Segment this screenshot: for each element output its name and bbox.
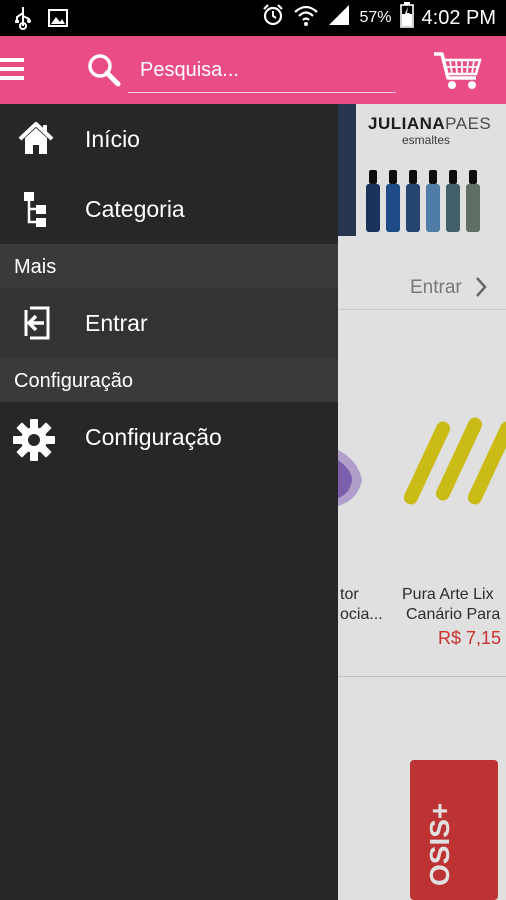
alarm-icon <box>261 3 285 33</box>
usb-icon <box>14 6 32 35</box>
drawer-item-categoria[interactable]: Categoria <box>0 174 338 244</box>
screen: 57% 4:02 PM JULIANAPAES esmaltes Entrar … <box>0 0 506 900</box>
drawer-item-inicio[interactable]: Início <box>0 104 338 174</box>
cart-icon[interactable] <box>432 50 484 92</box>
home-icon <box>16 120 56 158</box>
section-header-label: Configuração <box>14 370 133 392</box>
drawer-item-label: Entrar <box>85 310 148 336</box>
battery-icon <box>399 2 414 34</box>
drawer-item-entrar[interactable]: Entrar <box>0 288 338 358</box>
search-icon[interactable] <box>86 52 122 88</box>
login-icon <box>16 304 56 342</box>
search-underline <box>128 92 396 93</box>
section-header-label: Mais <box>14 256 57 278</box>
category-tree-icon <box>16 190 56 228</box>
drawer-scrim[interactable] <box>338 104 506 900</box>
section-header-configuracao: Configuração <box>0 358 338 402</box>
drawer-item-label: Configuração <box>85 424 222 450</box>
navigation-drawer: Início Categoria Mais Entrar Configuraçã… <box>0 104 338 900</box>
gear-icon <box>12 418 55 461</box>
status-bar: 57% 4:02 PM <box>0 0 506 36</box>
menu-icon[interactable] <box>0 56 24 82</box>
wifi-icon <box>293 3 319 33</box>
section-header-mais: Mais <box>0 244 338 288</box>
drawer-item-label: Início <box>85 126 140 152</box>
search-input[interactable] <box>140 55 390 85</box>
signal-icon <box>327 3 351 33</box>
battery-percent: 57% <box>359 9 392 26</box>
clock: 4:02 PM <box>421 6 496 29</box>
drawer-item-label: Categoria <box>85 196 185 222</box>
drawer-item-configuracao[interactable]: Configuração <box>0 402 338 472</box>
image-icon <box>48 8 68 33</box>
